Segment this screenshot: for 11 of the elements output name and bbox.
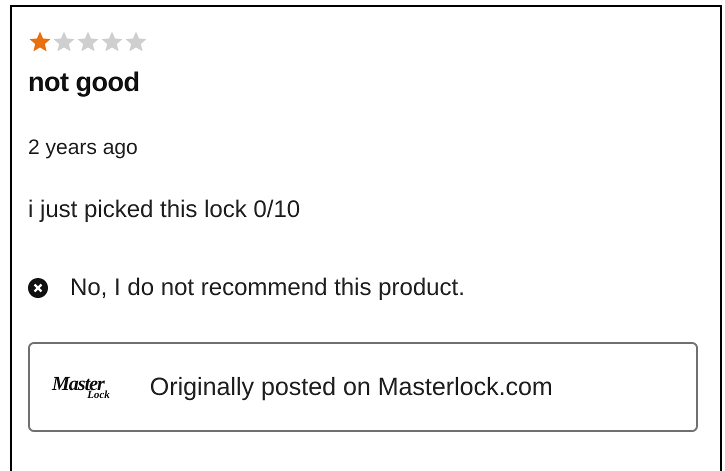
source-text: Originally posted on Masterlock.com bbox=[150, 372, 553, 402]
star-icon bbox=[76, 30, 100, 54]
brand-logo: Master Lock bbox=[52, 374, 110, 400]
star-icon bbox=[28, 30, 52, 54]
review-text: i just picked this lock 0/10 bbox=[28, 196, 302, 224]
review-date: 2 years ago bbox=[28, 136, 139, 160]
star-icon bbox=[124, 30, 148, 54]
recommendation-text: No, I do not recommend this product. bbox=[70, 274, 465, 302]
star-icon bbox=[52, 30, 76, 54]
review-title: not good bbox=[28, 67, 140, 98]
star-icon bbox=[100, 30, 124, 54]
